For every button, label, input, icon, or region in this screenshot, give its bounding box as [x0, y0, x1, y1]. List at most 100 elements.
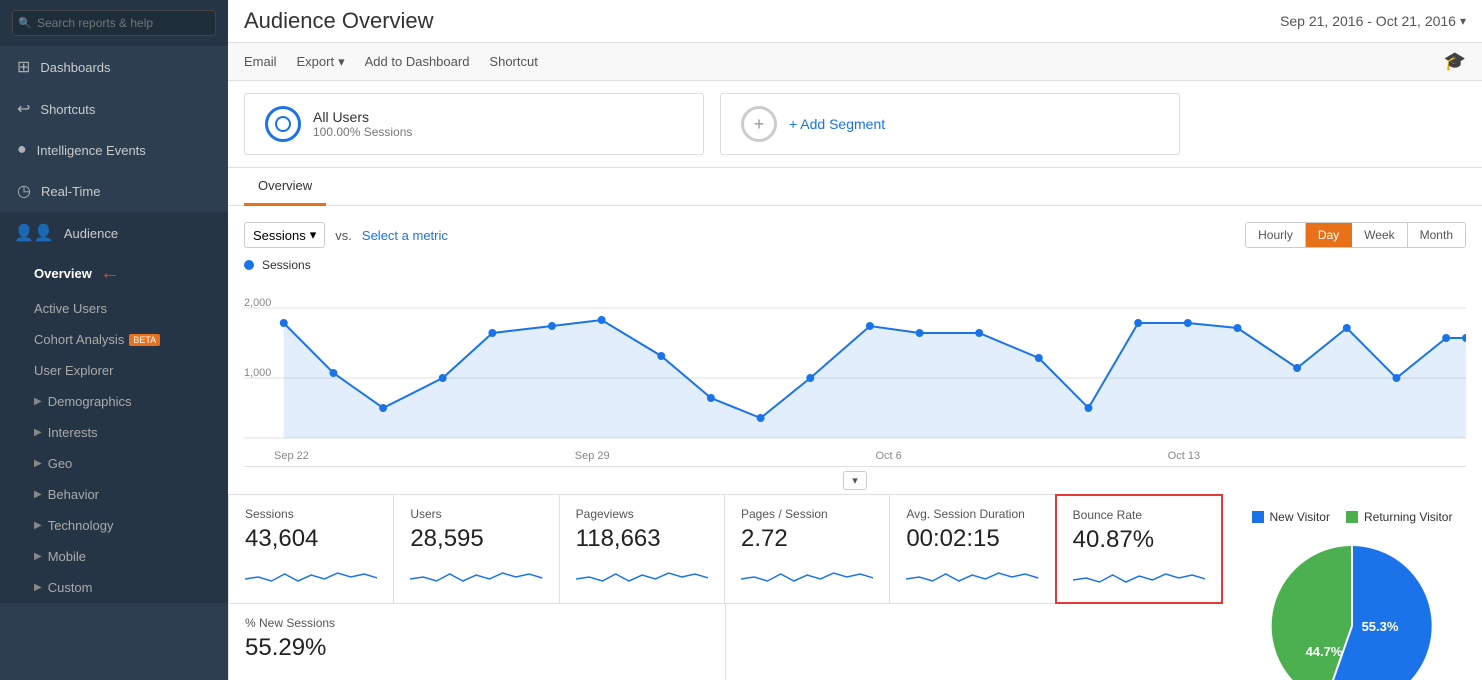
select-metric-link[interactable]: Select a metric	[362, 228, 448, 243]
chart-collapse: ▾	[244, 466, 1466, 494]
metric-value-bounce-rate: 40.87%	[1073, 526, 1205, 554]
date-label-sep22: Sep 22	[274, 450, 309, 462]
sidebar-item-mobile[interactable]: ▶ Mobile	[0, 541, 228, 572]
chevron-right-icon: ▶	[34, 551, 42, 562]
custom-label: Custom	[48, 580, 93, 595]
audience-icon: 👤👤	[14, 223, 54, 243]
sidebar-item-demographics[interactable]: ▶ Demographics	[0, 386, 228, 417]
date-range-selector[interactable]: Sep 21, 2016 - Oct 21, 2016 ▾	[1280, 13, 1466, 29]
sidebar-item-dashboards[interactable]: ⊞ Dashboards	[0, 46, 228, 88]
pie-chart-area: New Visitor Returning Visitor	[1222, 494, 1482, 680]
add-to-dashboard-button[interactable]: Add to Dashboard	[365, 54, 470, 69]
export-button[interactable]: Export ▾	[297, 54, 345, 70]
sidebar-item-behavior[interactable]: ▶ Behavior	[0, 479, 228, 510]
dashboards-icon: ⊞	[17, 57, 30, 77]
email-button[interactable]: Email	[244, 54, 277, 69]
metric-selector[interactable]: Sessions ▾	[244, 222, 325, 248]
tab-overview[interactable]: Overview	[244, 168, 326, 206]
legend-dot-sessions	[244, 260, 254, 270]
metric-card-pages-session: Pages / Session 2.72	[724, 494, 890, 604]
export-caret-icon: ▾	[338, 54, 345, 70]
sidebar-item-user-explorer[interactable]: User Explorer	[0, 355, 228, 386]
sidebar-item-overview[interactable]: Overview ←	[0, 254, 228, 293]
legend-label-sessions: Sessions	[262, 258, 311, 272]
technology-label: Technology	[48, 518, 114, 533]
date-label-oct6: Oct 6	[876, 450, 902, 462]
segment-circle	[265, 106, 301, 142]
active-users-label: Active Users	[34, 301, 107, 316]
period-week[interactable]: Week	[1352, 223, 1407, 247]
sessions-chart: 2,000 1,000	[244, 278, 1466, 448]
metric-label-pageviews: Pageviews	[576, 507, 708, 521]
help-icon[interactable]: 🎓	[1444, 51, 1466, 72]
spark-sessions	[245, 559, 377, 589]
segment-check-icon	[275, 116, 291, 132]
search-input[interactable]	[12, 10, 216, 36]
metric-caret-icon: ▾	[310, 227, 317, 243]
period-month[interactable]: Month	[1408, 223, 1465, 247]
pie-chart-svg: 55.3% 44.7%	[1262, 536, 1442, 680]
shortcut-button[interactable]: Shortcut	[489, 54, 537, 69]
period-hourly[interactable]: Hourly	[1246, 223, 1306, 247]
returning-visitor-dot	[1346, 511, 1358, 523]
add-segment-button[interactable]: + + Add Segment	[720, 93, 1180, 155]
sidebar-item-custom[interactable]: ▶ Custom	[0, 572, 228, 603]
sidebar-item-label: Intelligence Events	[37, 143, 146, 158]
svg-text:2,000: 2,000	[244, 297, 271, 309]
segment-subtitle: 100.00% Sessions	[313, 125, 412, 139]
sidebar-item-active-users[interactable]: Active Users	[0, 293, 228, 324]
sidebar-item-shortcuts[interactable]: ↩ Shortcuts	[0, 88, 228, 130]
chevron-right-icon: ▶	[34, 582, 42, 593]
sidebar-item-cohort[interactable]: Cohort Analysis BETA	[0, 324, 228, 355]
metric-value-pageviews: 118,663	[576, 525, 708, 553]
new-visitor-pct-label: 55.3%	[1362, 619, 1399, 634]
topbar: Audience Overview Sep 21, 2016 - Oct 21,…	[228, 0, 1482, 43]
all-users-segment[interactable]: All Users 100.00% Sessions	[244, 93, 704, 155]
collapse-button[interactable]: ▾	[843, 471, 867, 490]
metric-card-avg-session: Avg. Session Duration 00:02:15	[889, 494, 1055, 604]
chevron-right-icon: ▶	[34, 427, 42, 438]
sidebar-item-label: Dashboards	[40, 60, 110, 75]
period-buttons: Hourly Day Week Month	[1245, 222, 1466, 248]
chevron-right-icon: ▶	[34, 489, 42, 500]
search-box	[0, 0, 228, 46]
metric-value-sessions: 43,604	[245, 525, 377, 553]
bottom-section: Sessions 43,604 Users 28,595	[228, 494, 1482, 680]
sidebar-item-label: Audience	[64, 226, 118, 241]
chevron-right-icon: ▶	[34, 458, 42, 469]
sidebar-item-realtime[interactable]: ◷ Real-Time	[0, 170, 228, 212]
sidebar-item-interests[interactable]: ▶ Interests	[0, 417, 228, 448]
metric-label-users: Users	[410, 507, 542, 521]
segment-title: All Users	[313, 109, 412, 125]
spark-avg-session	[906, 559, 1038, 589]
legend-item-returning-visitor: Returning Visitor	[1346, 510, 1453, 524]
sidebar-item-label: Real-Time	[41, 184, 100, 199]
segmentbar: All Users 100.00% Sessions + + Add Segme…	[228, 81, 1482, 168]
sidebar-item-technology[interactable]: ▶ Technology	[0, 510, 228, 541]
spark-pages-session	[741, 559, 873, 589]
period-day[interactable]: Day	[1306, 223, 1352, 247]
metric-card-bounce-rate: Bounce Rate 40.87%	[1055, 494, 1223, 604]
spark-pageviews	[576, 559, 708, 589]
pie-legend: New Visitor Returning Visitor	[1252, 510, 1453, 524]
chart-area: Sessions ▾ vs. Select a metric Hourly Da…	[228, 206, 1482, 494]
main-content: Audience Overview Sep 21, 2016 - Oct 21,…	[228, 0, 1482, 680]
demographics-label: Demographics	[48, 394, 132, 409]
sidebar-item-audience[interactable]: 👤👤 Audience	[0, 212, 228, 254]
metric-value-new-sessions: 55.29%	[245, 634, 709, 662]
segment-info: All Users 100.00% Sessions	[313, 109, 412, 139]
sidebar-item-geo[interactable]: ▶ Geo	[0, 448, 228, 479]
metric-value-pages-session: 2.72	[741, 525, 873, 553]
vs-text: vs.	[335, 228, 352, 243]
shortcuts-icon: ↩	[17, 99, 30, 119]
sidebar-item-intelligence[interactable]: ● Intelligence Events	[0, 130, 228, 170]
add-segment-label: + Add Segment	[789, 116, 885, 132]
export-label: Export	[297, 54, 335, 69]
date-label-sep29: Sep 29	[575, 450, 610, 462]
page-title: Audience Overview	[244, 8, 434, 34]
overview-arrow: ←	[100, 262, 120, 285]
intelligence-icon: ●	[17, 141, 27, 159]
metric-value-avg-session: 00:02:15	[906, 525, 1038, 553]
metric-label-pages-session: Pages / Session	[741, 507, 873, 521]
chevron-right-icon: ▶	[34, 520, 42, 531]
